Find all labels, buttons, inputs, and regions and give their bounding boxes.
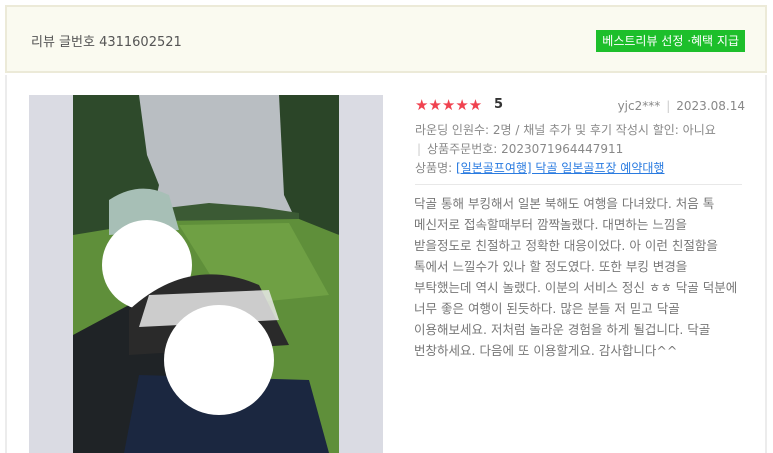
author-name: yjc2*** bbox=[617, 99, 661, 113]
order-number: 상품주문번호: 2023071964447911 bbox=[427, 142, 624, 156]
review-photo[interactable] bbox=[29, 95, 383, 453]
option-info: 라운딩 인원수: 2명 / 채널 추가 및 후기 작성시 할인: 아니요 bbox=[415, 123, 716, 137]
author-date: yjc2*** | 2023.08.14 bbox=[618, 99, 745, 113]
review-info: 라운딩 인원수: 2명 / 채널 추가 및 후기 작성시 할인: 아니요 | 상품… bbox=[415, 121, 745, 178]
review-card: 리뷰 글번호 4311602521 베스트리뷰 선정 ·혜택 지급 ★★★★★ … bbox=[5, 5, 767, 453]
separator: | bbox=[666, 99, 671, 113]
golf-photo-image bbox=[73, 95, 339, 453]
rating-value: 5 bbox=[494, 97, 504, 112]
product-info: 상품명: [일본골프여행] 닥골 일본골프장 예약대행 bbox=[415, 159, 745, 178]
review-meta: ★★★★★ 5 yjc2*** | 2023.08.14 라운딩 인원수: 2명 /… bbox=[415, 95, 745, 178]
review-body: ★★★★★ 5 yjc2*** | 2023.08.14 라운딩 인원수: 2명 /… bbox=[5, 75, 767, 453]
separator: | bbox=[417, 142, 422, 156]
star-rating-icon: ★★★★★ bbox=[415, 96, 483, 114]
order-info: | 상품주문번호: 2023071964447911 bbox=[415, 140, 745, 159]
product-link[interactable]: [일본골프여행] 닥골 일본골프장 예약대행 bbox=[456, 161, 665, 175]
review-date: 2023.08.14 bbox=[676, 99, 745, 113]
divider bbox=[415, 184, 742, 185]
product-label: 상품명: bbox=[415, 161, 456, 175]
review-content: 닥골 통해 부킹해서 일본 북해도 여행을 다녀왔다. 처음 톡 메신저로 접속… bbox=[414, 196, 738, 358]
best-review-badge: 베스트리뷰 선정 ·혜택 지급 bbox=[596, 30, 745, 52]
review-number: 리뷰 글번호 4311602521 bbox=[31, 35, 182, 50]
review-header: 리뷰 글번호 4311602521 베스트리뷰 선정 ·혜택 지급 bbox=[5, 5, 767, 73]
rating-row: ★★★★★ 5 yjc2*** | 2023.08.14 bbox=[415, 95, 745, 115]
